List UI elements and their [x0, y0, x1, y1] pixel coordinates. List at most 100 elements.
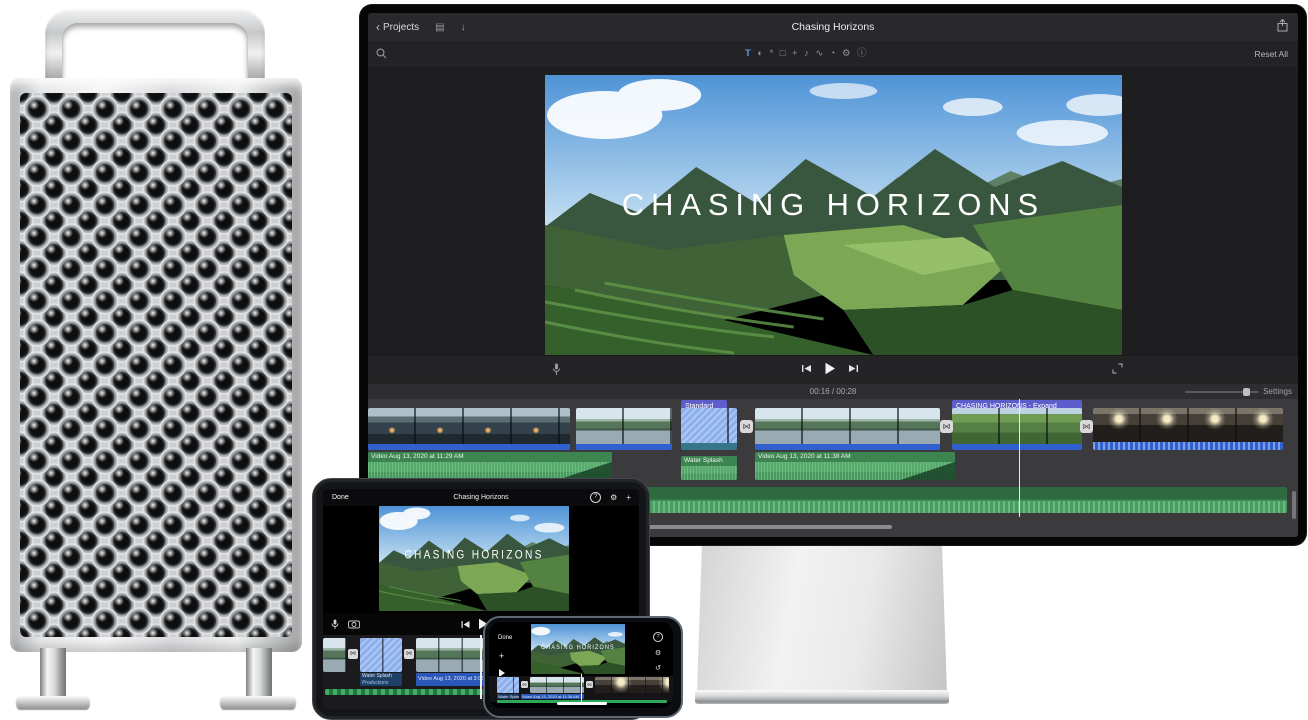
mac-pro-foot-right — [220, 696, 296, 709]
noise-reduction-icon[interactable]: ∿ — [815, 49, 823, 59]
transition-icon-1[interactable]: ⋈ — [740, 420, 753, 433]
imovie-adjust-bar: T ◐ * □ + ♪ ∿ ◔ ⚙ ⓘ Reset All — [368, 41, 1298, 68]
transition-icon-3[interactable]: ⋈ — [1080, 420, 1093, 433]
audio-clip-1[interactable]: Video Aug 13, 2020 at 11:29 AM — [368, 452, 612, 480]
effects-icon[interactable]: ⚙ — [842, 49, 851, 59]
video-clip-5[interactable] — [1093, 408, 1283, 450]
ipad-add-media-icon[interactable]: + — [626, 493, 631, 502]
play-button[interactable] — [824, 362, 836, 375]
timeline-zoom-slider[interactable] — [1185, 391, 1259, 393]
previous-frame-button[interactable] — [801, 363, 812, 374]
display-stand-base — [695, 690, 949, 704]
video-clip-4[interactable] — [952, 408, 1082, 450]
viewer-video-frame: CHASING HORIZONS — [545, 75, 1122, 355]
video-clip-1-audio-bar — [368, 444, 570, 450]
search-icon[interactable] — [376, 48, 387, 59]
iphone-clip-lake[interactable] — [530, 677, 584, 693]
mic-icon[interactable] — [552, 363, 561, 376]
audio-clip-water-splash[interactable]: Water Splash — [681, 456, 737, 480]
timecode: 00:16 / 00:28 — [368, 384, 1298, 400]
audio-clip-2-waveform — [681, 466, 737, 480]
transport-bar — [368, 355, 1298, 384]
iphone-done-button[interactable]: Done — [498, 635, 512, 641]
video-clip-3-filmstrip — [755, 408, 940, 444]
imovie-toolbar: ‹ Projects ▤ ↓ Chasing Horizons — [368, 13, 1298, 42]
video-clip-3-audio-bar — [755, 444, 940, 450]
color-correction-icon[interactable]: * — [770, 49, 774, 59]
project-title: Chasing Horizons — [368, 13, 1298, 41]
water-splash-thumb — [681, 408, 737, 443]
iphone: Done + CHASING HORIZONS — [483, 616, 683, 718]
video-clip-2-filmstrip — [576, 408, 672, 444]
vertical-scrollbar[interactable] — [1292, 491, 1296, 519]
viewer-title-overlay: CHASING HORIZONS — [622, 187, 1045, 222]
fullscreen-icon[interactable] — [1112, 363, 1123, 374]
ipad-transition-icon-1[interactable]: ⋈ — [348, 649, 358, 659]
titles-icon[interactable]: T — [745, 49, 751, 59]
crop-icon[interactable]: □ — [780, 49, 786, 59]
ipad-clip-lake[interactable] — [416, 638, 488, 672]
zoom-slider-knob[interactable] — [1243, 388, 1250, 396]
mac-pro-body — [10, 78, 302, 652]
ipad-help-icon[interactable]: ? — [590, 492, 601, 503]
iphone-transition-icon-1[interactable]: ⋈ — [521, 681, 528, 688]
audio-clip-2-label: Water Splash — [681, 456, 737, 466]
playback-controls — [801, 362, 859, 375]
display-stand — [697, 543, 947, 693]
iphone-video-clip-label: Video Aug 13, 2020 at 11:38 AM — [521, 694, 584, 699]
video-clip-2[interactable] — [576, 408, 672, 450]
ipad-skip-start-button[interactable] — [461, 620, 470, 629]
ipad-camera-icon[interactable] — [348, 620, 360, 629]
iphone-screen: Done + CHASING HORIZONS — [489, 622, 673, 708]
settings-button[interactable]: Settings — [1263, 384, 1292, 400]
iphone-transition-icon-2[interactable]: ⋈ — [586, 681, 593, 688]
landscape-still: CHASING HORIZONS — [545, 75, 1122, 355]
next-frame-button[interactable] — [848, 363, 859, 374]
iphone-clip-sunset[interactable] — [595, 677, 669, 693]
video-clip-4-audio-bar — [952, 444, 1082, 450]
ipad-mic-icon[interactable] — [331, 619, 339, 630]
audio-clip-3[interactable]: Video Aug 13, 2020 at 11:38 AM — [755, 452, 955, 480]
water-splash-bottom-bar — [681, 443, 737, 450]
share-icon[interactable] — [1277, 19, 1288, 32]
video-clip-4-filmstrip — [952, 408, 1082, 444]
mac-pro-foot-left — [16, 696, 90, 709]
ipad-water-splash-line2: Productions — [362, 680, 388, 686]
iphone-home-indicator[interactable] — [557, 702, 607, 706]
color-balance-icon[interactable]: ◐ — [757, 49, 763, 59]
audio-clip-3-label: Video Aug 13, 2020 at 11:38 AM — [755, 452, 955, 462]
ipad-transition-icon-2[interactable]: ⋈ — [404, 649, 414, 659]
iphone-undo-icon[interactable]: ↺ — [655, 664, 661, 672]
volume-icon[interactable]: ♪ — [804, 49, 809, 59]
video-clip-2-audio-bar — [576, 444, 672, 450]
mac-pro-lattice-grille — [20, 93, 292, 637]
playhead[interactable] — [1019, 399, 1020, 517]
ipad-video-frame: CHASING HORIZONS — [379, 506, 569, 611]
iphone-video-frame: CHASING HORIZONS — [531, 624, 625, 674]
video-clip-3[interactable] — [755, 408, 940, 450]
video-clip-water-splash[interactable] — [681, 408, 737, 450]
iphone-playhead[interactable] — [581, 674, 582, 704]
ipad-clip-partial[interactable] — [323, 638, 346, 672]
ipad-water-splash-label: Water Splash Productions — [360, 673, 402, 686]
ipad-clip-water-splash[interactable] — [360, 638, 402, 672]
speed-icon[interactable]: ◔ — [830, 49, 836, 59]
iphone-clip-water-splash[interactable] — [497, 677, 519, 693]
ipad-viewer: CHASING HORIZONS — [323, 506, 639, 613]
iphone-landscape-still: CHASING HORIZONS — [531, 624, 625, 674]
pro-display: ‹ Projects ▤ ↓ Chasing Horizons — [360, 5, 1306, 545]
video-clip-5-audio-waveform — [1093, 442, 1283, 450]
iphone-help-icon[interactable]: ? — [653, 632, 663, 642]
iphone-timeline: ⋈ ⋈ Water Splash Video Aug 13, 2020 at 1… — [489, 676, 673, 702]
video-clip-1[interactable] — [368, 408, 570, 450]
iphone-add-media-icon[interactable]: + — [499, 651, 504, 661]
desk-scene: ‹ Projects ▤ ↓ Chasing Horizons — [0, 0, 1308, 718]
ipad-playhead[interactable] — [480, 635, 482, 699]
iphone-settings-icon[interactable]: ⚙ — [655, 649, 661, 657]
reset-all-button[interactable]: Reset All — [1254, 41, 1288, 67]
ipad-settings-icon[interactable]: ⚙ — [610, 493, 617, 502]
info-icon[interactable]: ⓘ — [857, 49, 867, 59]
ipad-landscape-still: CHASING HORIZONS — [379, 506, 569, 611]
stabilization-icon[interactable]: + — [792, 49, 798, 59]
transition-icon-2[interactable]: ⋈ — [940, 420, 953, 433]
